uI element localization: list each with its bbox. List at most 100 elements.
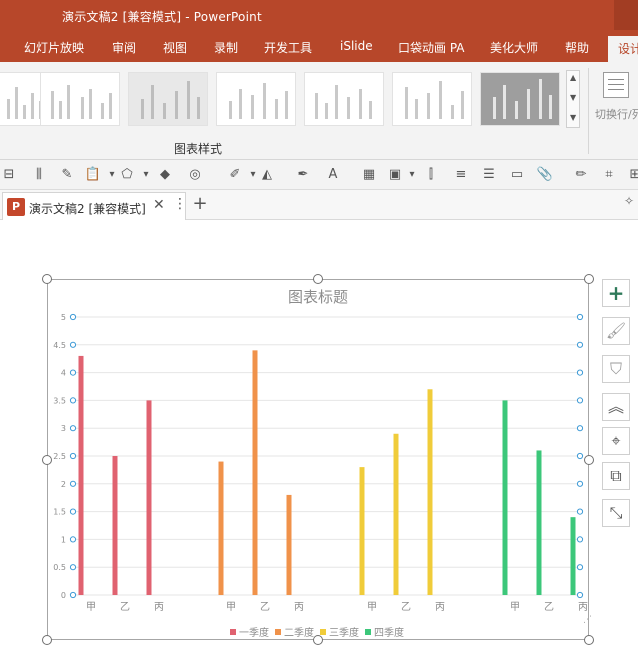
legend-entry[interactable]: 二季度 (275, 624, 314, 639)
plot-area-handle[interactable] (576, 480, 584, 487)
paste-special-icon[interactable]: 📋 (84, 166, 102, 184)
list-icon[interactable]: ☰ (480, 166, 498, 184)
pin-icon[interactable]: ✧ (624, 194, 638, 214)
chart-style-thumbnail[interactable] (40, 72, 120, 126)
plot-area-handle[interactable] (576, 591, 584, 599)
tab-developer[interactable]: 开发工具 (264, 39, 312, 56)
plot-area-handle[interactable] (69, 591, 77, 599)
chart-style-thumbnail[interactable] (392, 72, 472, 126)
arrange-button[interactable]: ⧉ (602, 462, 630, 490)
resize-handle[interactable] (313, 635, 323, 645)
columns-icon[interactable]: ⫿ (422, 166, 440, 184)
tab-review[interactable]: 审阅 (112, 39, 136, 56)
chart-styles-button[interactable]: 🖌 (602, 317, 630, 345)
resize-handle[interactable] (584, 274, 594, 284)
bar[interactable] (393, 433, 399, 595)
align-object-button[interactable]: ⌖ (602, 427, 630, 455)
window-control[interactable] (614, 0, 638, 30)
plot-area-handle[interactable] (69, 341, 77, 348)
tab-record[interactable]: 录制 (214, 39, 238, 56)
chart-style-thumbnail[interactable] (216, 72, 296, 126)
chart-filters-button[interactable]: ⛉ (602, 355, 630, 383)
resize-handle[interactable] (42, 455, 52, 465)
plot-area-handle[interactable] (69, 313, 77, 321)
resize-object-button[interactable]: ⤡ (602, 499, 630, 527)
switch-row-column-button[interactable]: 切换行/列 (593, 72, 638, 130)
distribute-icon[interactable]: ⫼ (30, 166, 48, 184)
plot-area-handle[interactable] (69, 480, 77, 487)
chart-elements-button[interactable]: + (602, 279, 630, 307)
legend-entry[interactable]: 三季度 (320, 624, 359, 639)
bar[interactable] (218, 461, 224, 595)
more-options-icon[interactable]: ⋮ (173, 196, 187, 212)
plot-area-handle[interactable] (576, 369, 584, 376)
close-icon[interactable]: ✕ (153, 197, 165, 213)
document-tab[interactable]: P 演示文稿2 [兼容模式] ✕ ⋮ (2, 192, 187, 220)
plot-area-handle[interactable] (576, 425, 584, 432)
crop-icon[interactable]: ⌗ (600, 166, 618, 184)
tab-pocket-animation[interactable]: 口袋动画 PA (398, 39, 465, 56)
resize-handle[interactable] (584, 635, 594, 645)
eyedropper-icon[interactable]: ✎ (58, 166, 76, 184)
resize-grip-icon[interactable]: ⋰ (583, 615, 593, 629)
plot-area-handle[interactable] (69, 397, 77, 404)
bar[interactable] (502, 400, 508, 595)
text-icon[interactable]: A (324, 166, 342, 184)
tab-design[interactable]: 设计 (608, 36, 638, 62)
scroll-up-icon[interactable]: ▲ (570, 73, 576, 82)
plot-area-handle[interactable] (69, 452, 77, 460)
resize-handle[interactable] (313, 274, 323, 284)
resize-handle[interactable] (42, 274, 52, 284)
bring-forward-button[interactable]: ︽ (602, 393, 630, 421)
bar[interactable] (427, 389, 433, 595)
plot-area-handle[interactable] (576, 313, 584, 321)
resize-handle[interactable] (42, 635, 52, 645)
plot-area-handle[interactable] (576, 536, 584, 543)
fill-bucket-icon[interactable]: ◆ (156, 166, 174, 184)
eyedropper-icon[interactable]: ✒ (294, 166, 312, 184)
plot-area-handle[interactable] (69, 369, 77, 376)
chart-style-thumbnail[interactable] (304, 72, 384, 126)
shape-effect-icon[interactable]: ◭ (258, 166, 276, 184)
plot-area-handle[interactable] (69, 508, 77, 515)
color-grid-icon[interactable]: ▦ (360, 166, 378, 184)
bar[interactable] (252, 350, 258, 595)
resize-handle[interactable] (584, 455, 594, 465)
legend-entry[interactable]: 一季度 (230, 624, 269, 639)
plot-area-handle[interactable] (576, 564, 584, 571)
bar[interactable] (112, 456, 118, 595)
bar[interactable] (359, 467, 365, 595)
pen-icon[interactable]: ✏ (572, 166, 590, 184)
merge-shapes-icon[interactable]: ◎ (186, 166, 204, 184)
legend-entry[interactable]: 四季度 (365, 624, 404, 639)
plot-area-handle[interactable] (69, 425, 77, 432)
chart-title[interactable]: 图表标题 (47, 286, 589, 307)
fill-color-icon[interactable]: ▣ (386, 166, 404, 184)
chart-style-thumbnail[interactable] (480, 72, 560, 126)
scroll-down-icon[interactable]: ▼ (570, 93, 576, 102)
plot-area-handle[interactable] (69, 564, 77, 571)
chart-style-thumbnail[interactable] (128, 72, 208, 126)
tab-beautify-master[interactable]: 美化大师 (490, 39, 538, 56)
plot-area-handle[interactable] (576, 397, 584, 404)
tab-help[interactable]: 帮助 (565, 39, 589, 56)
bar[interactable] (286, 494, 292, 595)
align-center-icon[interactable]: ≡ (452, 166, 470, 184)
chart-frame[interactable] (47, 279, 589, 640)
more-tools-icon[interactable]: ⊞ (626, 166, 638, 184)
tab-slideshow[interactable]: 幻灯片放映 (24, 39, 84, 56)
align-icon[interactable]: ⊟ (0, 166, 18, 184)
textbox-icon[interactable]: ▭ (508, 166, 526, 184)
bar[interactable] (78, 355, 84, 595)
font-color-icon[interactable]: ✐ (226, 166, 244, 184)
gallery-scrollbar[interactable]: ▲ ▼ ▼ (566, 70, 580, 128)
tab-islide[interactable]: iSlide (340, 39, 373, 53)
bar[interactable] (570, 517, 576, 595)
new-tab-icon[interactable]: + (189, 193, 211, 217)
plot-area-handle[interactable] (576, 341, 584, 348)
plot-area-handle[interactable] (69, 536, 77, 543)
paste-icon[interactable]: 📎 (536, 166, 554, 184)
plot-area-handle[interactable] (576, 508, 584, 515)
chart-legend[interactable]: 一季度 二季度 三季度 四季度 (230, 621, 410, 639)
shapes-icon[interactable]: ⬠ (118, 166, 136, 184)
